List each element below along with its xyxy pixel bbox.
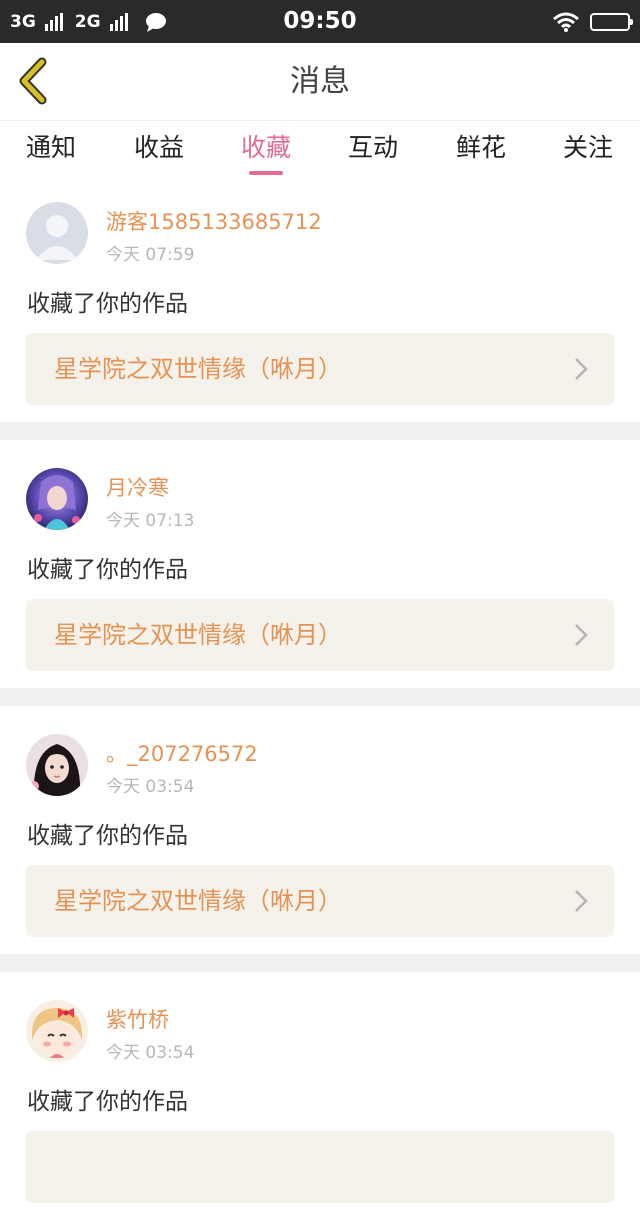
top-nav-bar: 消息 (0, 43, 640, 121)
work-title: 星学院之双世情缘（咻月） (54, 887, 342, 915)
username[interactable]: 月冷寒 (106, 472, 169, 502)
divider (0, 688, 640, 706)
avatar[interactable] (26, 202, 88, 264)
message-card: 游客1585133685712 今天 07:59 收藏了你的作品 星学院之双世情… (0, 182, 640, 422)
timestamp: 今天 03:54 (106, 1043, 195, 1063)
username[interactable]: 游客1585133685712 (106, 206, 322, 236)
message-card: 紫竹桥 今天 03:54 收藏了你的作品 (0, 972, 640, 1220)
timestamp: 今天 07:59 (106, 245, 195, 265)
page-title: 消息 (290, 64, 350, 99)
avatar[interactable] (26, 734, 88, 796)
user-photo (26, 468, 88, 530)
action-text: 收藏了你的作品 (27, 291, 188, 317)
username[interactable]: 。_207276572 (106, 738, 258, 768)
work-link[interactable]: 星学院之双世情缘（咻月） (26, 865, 614, 937)
action-text: 收藏了你的作品 (27, 1089, 188, 1115)
tab-notifications[interactable]: 通知 (6, 121, 96, 182)
tab-interactions[interactable]: 互动 (328, 121, 418, 182)
tab-flowers[interactable]: 鲜花 (436, 121, 526, 182)
default-user-icon (26, 202, 88, 264)
username[interactable]: 紫竹桥 (106, 1004, 169, 1034)
active-tab-indicator (249, 171, 283, 175)
work-link[interactable]: 星学院之双世情缘（咻月） (26, 599, 614, 671)
status-bar: 3G 2G 09:50 (0, 0, 640, 43)
divider (0, 954, 640, 972)
message-card: 。_207276572 今天 03:54 收藏了你的作品 星学院之双世情缘（咻月… (0, 706, 640, 954)
action-text: 收藏了你的作品 (27, 823, 188, 849)
divider (0, 422, 640, 440)
chevron-right-icon (575, 624, 588, 646)
chevron-right-icon (575, 890, 588, 912)
work-title: 星学院之双世情缘（咻月） (54, 621, 342, 649)
status-icons (552, 0, 633, 43)
tab-bar: 通知 收益 收藏 互动 鲜花 关注 (0, 121, 640, 182)
message-card: 月冷寒 今天 07:13 收藏了你的作品 星学院之双世情缘（咻月） (0, 440, 640, 688)
avatar[interactable] (26, 468, 88, 530)
chevron-right-icon (575, 358, 588, 380)
work-title: 星学院之双世情缘（咻月） (54, 355, 342, 383)
work-link[interactable]: 星学院之双世情缘（咻月） (26, 333, 614, 405)
timestamp: 今天 03:54 (106, 777, 195, 797)
timestamp: 今天 07:13 (106, 511, 195, 531)
message-list: 游客1585133685712 今天 07:59 收藏了你的作品 星学院之双世情… (0, 182, 640, 1220)
wifi-icon (553, 12, 579, 32)
work-link[interactable] (26, 1131, 614, 1203)
action-text: 收藏了你的作品 (27, 557, 188, 583)
clock: 09:50 (283, 8, 357, 34)
tab-earnings[interactable]: 收益 (114, 121, 204, 182)
tab-follows[interactable]: 关注 (543, 121, 633, 182)
avatar[interactable] (26, 1000, 88, 1062)
battery-icon (590, 12, 633, 31)
user-photo (26, 1000, 88, 1062)
user-photo (26, 734, 88, 796)
